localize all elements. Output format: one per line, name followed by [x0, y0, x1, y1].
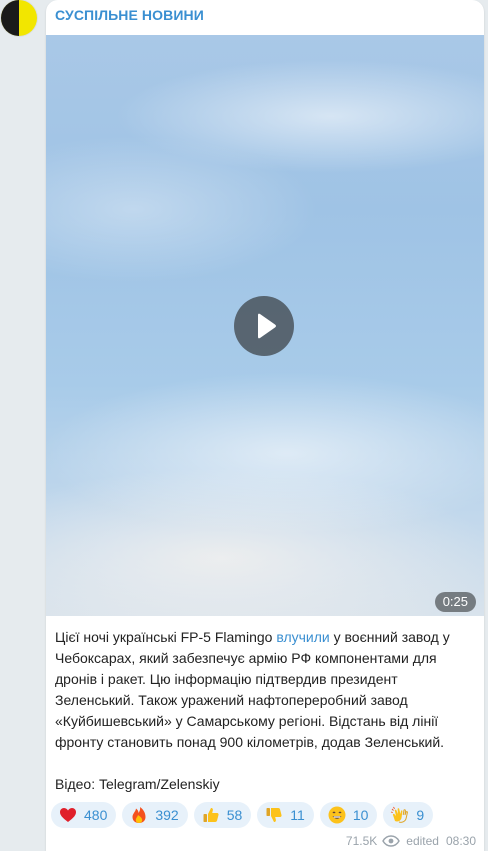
channel-avatar[interactable] [1, 0, 37, 36]
post-text: Цієї ночі українські FP-5 Flamingo влучи… [55, 627, 480, 795]
edited-label: edited [406, 834, 439, 848]
clapping-hands-icon [391, 806, 409, 823]
grinning-face-icon [328, 806, 346, 824]
reaction-count: 58 [226, 807, 243, 823]
post-text-after-link: у воєнний завод у Чебоксарах, який забез… [55, 629, 450, 750]
eye-icon [382, 835, 401, 847]
play-button[interactable] [234, 296, 294, 356]
post-text-before-link: Цієї ночі українські FP-5 Flamingo [55, 629, 277, 645]
post-source: Відео: Telegram/Zelenskiy [55, 776, 220, 792]
message-meta: 71.5K edited 08:30 [346, 834, 476, 848]
reaction-fire[interactable]: 392 [122, 802, 188, 828]
reaction-heart[interactable]: 480 [51, 802, 117, 828]
video-duration: 0:25 [434, 592, 476, 612]
reaction-thumbs-up[interactable]: 58 [193, 802, 252, 828]
message-time: 08:30 [445, 834, 476, 848]
fire-icon [132, 807, 146, 823]
reaction-count: 480 [84, 807, 108, 823]
post-body: Цієї ночі українські FP-5 Flamingo влучи… [55, 627, 480, 753]
channel-name[interactable]: СУСПІЛЬНЕ НОВИНИ [55, 7, 204, 23]
avatar-dark-half [1, 0, 19, 36]
views-count: 71.5K [345, 834, 378, 848]
reaction-thumbs-down[interactable]: 11 [257, 802, 314, 828]
reaction-count: 11 [290, 807, 305, 823]
reaction-clapping-hands[interactable]: 9 [383, 802, 434, 828]
reaction-count: 392 [155, 807, 179, 823]
heart-icon [60, 808, 76, 822]
thumbs-down-icon [266, 808, 282, 822]
thumbs-up-icon [203, 808, 219, 822]
reaction-count: 10 [352, 807, 369, 823]
message-bubble: СУСПІЛЬНЕ НОВИНИ 0:25 Цієї ночі українсь… [46, 0, 484, 851]
reaction-count: 9 [416, 807, 425, 823]
video-player[interactable]: 0:25 [46, 35, 484, 616]
play-icon [258, 313, 276, 339]
reaction-grinning-face[interactable]: 10 [319, 802, 378, 828]
post-link[interactable]: влучили [276, 629, 329, 645]
reactions-bar: 480 392 58 11 10 9 [51, 802, 439, 828]
